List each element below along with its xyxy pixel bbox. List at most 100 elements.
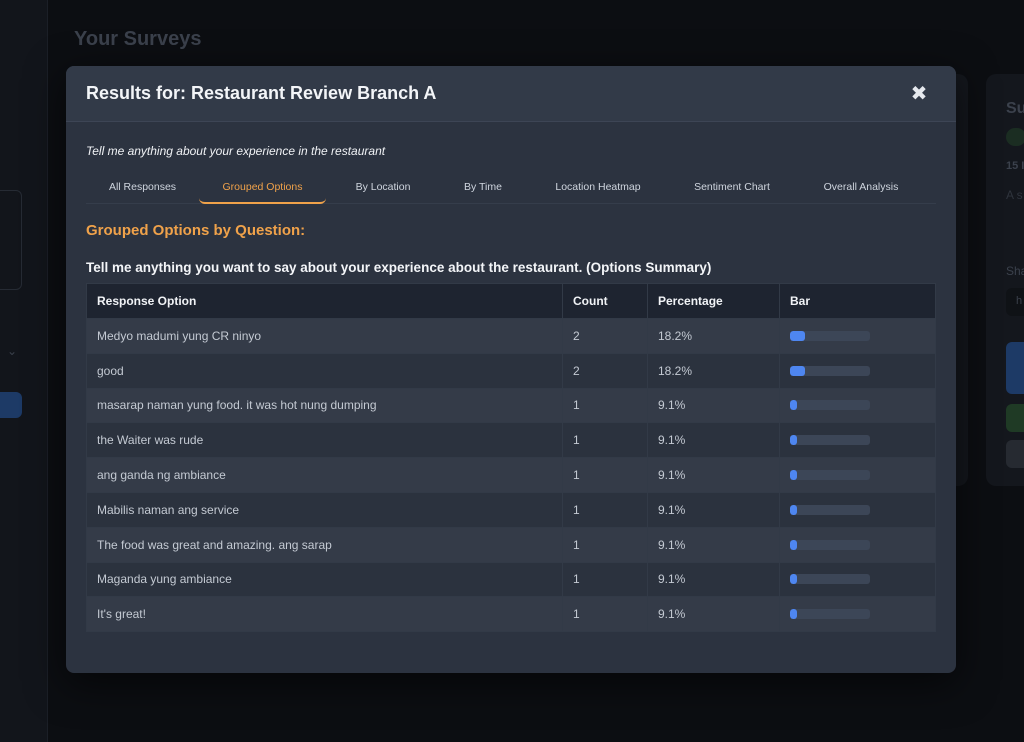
percentage-bar: [790, 609, 870, 620]
bar-cell: [779, 352, 936, 389]
table-row: masarap naman yung food. it was hot nung…: [86, 387, 936, 424]
modal-header: Results for: Restaurant Review Branch A …: [66, 66, 956, 122]
column-header-response-option: Response Option: [86, 283, 563, 319]
table-row: ang ganda ng ambiance 1 9.1%: [86, 457, 936, 493]
bar-cell: [779, 526, 936, 563]
percentage-bar: [790, 435, 870, 446]
response-option-cell: the Waiter was rude: [86, 422, 563, 459]
sidebar-textarea[interactable]: [0, 190, 22, 290]
count-cell: 1: [562, 596, 648, 633]
percentage-cell: 9.1%: [647, 457, 780, 493]
percentage-bar-fill: [790, 609, 798, 620]
results-tabs: All Responses Grouped Options By Locatio…: [86, 176, 936, 204]
action-button[interactable]: [1006, 342, 1024, 394]
response-option-cell: masarap naman yung food. it was hot nung…: [86, 387, 563, 424]
count-cell: 2: [562, 318, 648, 354]
survey-card-title: Su: [1006, 100, 1024, 117]
table-row: the Waiter was rude 1 9.1%: [86, 422, 936, 459]
count-cell: 1: [562, 526, 648, 563]
tab-all-responses[interactable]: All Responses: [86, 176, 199, 204]
column-header-percentage: Percentage: [647, 283, 780, 319]
count-cell: 1: [562, 387, 648, 424]
percentage-cell: 9.1%: [647, 422, 780, 459]
bar-cell: [779, 318, 936, 354]
table-row: It's great! 1 9.1%: [86, 596, 936, 633]
share-link-input[interactable]: h: [1006, 288, 1024, 316]
percentage-bar-fill: [790, 470, 798, 481]
section-title: Grouped Options by Question:: [86, 222, 306, 239]
bar-cell: [779, 422, 936, 459]
bar-cell: [779, 491, 936, 528]
percentage-cell: 9.1%: [647, 526, 780, 563]
percentage-bar: [790, 330, 870, 341]
column-header-count: Count: [562, 283, 648, 319]
survey-card: Su 15 I A s Sha h: [986, 74, 1024, 486]
tab-overall-analysis[interactable]: Overall Analysis: [794, 176, 928, 204]
table-caption: Tell me anything you want to say about y…: [86, 260, 712, 275]
action-button[interactable]: [1006, 404, 1024, 432]
table-row: Medyo madumi yung CR ninyo 2 18.2%: [86, 318, 936, 354]
count-cell: 1: [562, 422, 648, 459]
count-cell: 1: [562, 457, 648, 493]
percentage-bar-fill: [790, 574, 798, 585]
tab-by-time[interactable]: By Time: [440, 176, 526, 204]
percentage-cell: 9.1%: [647, 491, 780, 528]
table-row: Maganda yung ambiance 1 9.1%: [86, 561, 936, 598]
percentage-cell: 18.2%: [647, 318, 780, 354]
sidebar: ⌄: [0, 0, 48, 742]
response-count: 15 I: [1006, 160, 1024, 172]
table-row: Mabilis naman ang service 1 9.1%: [86, 491, 936, 528]
percentage-cell: 9.1%: [647, 596, 780, 633]
percentage-cell: 9.1%: [647, 561, 780, 598]
response-option-cell: Mabilis naman ang service: [86, 491, 563, 528]
count-cell: 1: [562, 561, 648, 598]
column-header-bar: Bar: [779, 283, 936, 319]
modal-title: Results for: Restaurant Review Branch A: [86, 83, 437, 103]
survey-description: A s: [1006, 188, 1023, 202]
action-button[interactable]: [1006, 440, 1024, 468]
percentage-bar-fill: [790, 400, 798, 411]
percentage-bar: [790, 504, 870, 515]
options-summary-table: Response Option Count Percentage Bar Med…: [86, 283, 936, 633]
bar-cell: [779, 457, 936, 493]
question-text: Tell me anything about your experience i…: [86, 144, 386, 158]
response-option-cell: Maganda yung ambiance: [86, 561, 563, 598]
response-option-cell: The food was great and amazing. ang sara…: [86, 526, 563, 563]
percentage-bar-fill: [790, 365, 805, 376]
tab-grouped-options[interactable]: Grouped Options: [199, 176, 326, 204]
table-row: The food was great and amazing. ang sara…: [86, 526, 936, 563]
percentage-bar-fill: [790, 330, 805, 341]
page-title: Your Surveys: [74, 28, 202, 50]
response-option-cell: It's great!: [86, 596, 563, 633]
sidebar-button[interactable]: [0, 392, 22, 418]
response-option-cell: Medyo madumi yung CR ninyo: [86, 318, 563, 354]
count-cell: 2: [562, 352, 648, 389]
bar-cell: [779, 596, 936, 633]
percentage-bar: [790, 365, 870, 376]
share-label: Sha: [1006, 264, 1024, 278]
count-cell: 1: [562, 491, 648, 528]
percentage-bar: [790, 400, 870, 411]
table-header-row: Response Option Count Percentage Bar: [86, 283, 936, 319]
status-badge: [1006, 128, 1024, 146]
table-row: good 2 18.2%: [86, 352, 936, 389]
percentage-bar: [790, 574, 870, 585]
bar-cell: [779, 561, 936, 598]
percentage-bar-fill: [790, 539, 798, 550]
percentage-cell: 9.1%: [647, 387, 780, 424]
bar-cell: [779, 387, 936, 424]
chevron-down-icon[interactable]: ⌄: [7, 344, 17, 358]
results-modal: Results for: Restaurant Review Branch A …: [66, 66, 956, 673]
percentage-cell: 18.2%: [647, 352, 780, 389]
percentage-bar: [790, 539, 870, 550]
close-icon[interactable]: ✖: [908, 83, 930, 105]
modal-body: Tell me anything about your experience i…: [66, 122, 956, 633]
response-option-cell: good: [86, 352, 563, 389]
tab-sentiment-chart[interactable]: Sentiment Chart: [670, 176, 794, 204]
percentage-bar-fill: [790, 504, 798, 515]
tab-location-heatmap[interactable]: Location Heatmap: [526, 176, 670, 204]
response-option-cell: ang ganda ng ambiance: [86, 457, 563, 493]
percentage-bar-fill: [790, 435, 798, 446]
tab-by-location[interactable]: By Location: [326, 176, 440, 204]
percentage-bar: [790, 470, 870, 481]
